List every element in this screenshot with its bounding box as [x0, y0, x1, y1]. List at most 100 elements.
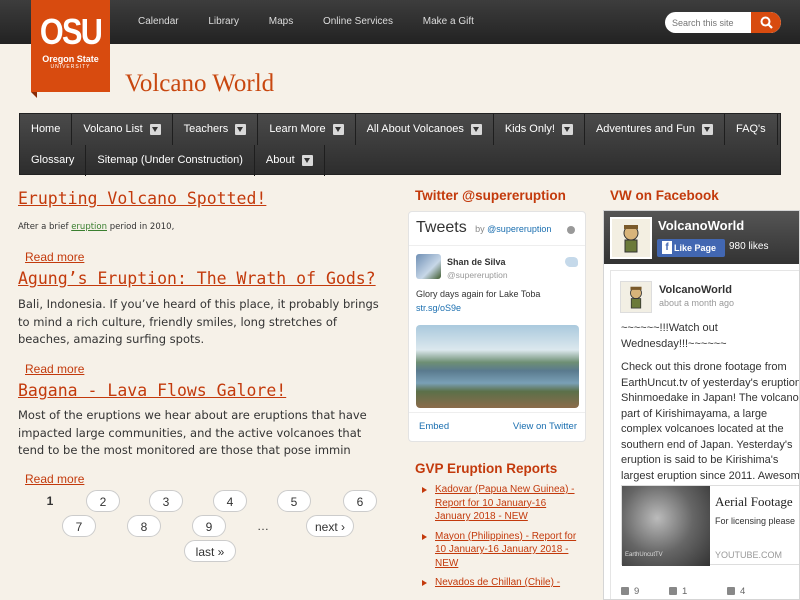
nav-item[interactable]: Volcano List	[72, 114, 173, 145]
page-name[interactable]: VolcanoWorld	[658, 218, 744, 233]
comments-action[interactable]: 1	[669, 586, 687, 597]
nav-item[interactable]: Kids Only!	[494, 114, 585, 145]
pager-page[interactable]: 4	[213, 490, 247, 512]
like-page-button[interactable]: Like Page	[657, 239, 725, 257]
search-input[interactable]	[665, 12, 751, 33]
gvp-report-link[interactable]: Kadovar (Papua New Guinea) - Report for …	[435, 484, 575, 522]
nav-item-label: Volcano List	[83, 123, 143, 135]
dropdown-arrow-icon[interactable]	[561, 124, 573, 135]
gvp-heading: GVP Eruption Reports	[415, 461, 558, 476]
nav-item-label: Glossary	[31, 154, 75, 166]
dropdown-arrow-icon[interactable]	[301, 155, 313, 166]
post-avatar[interactable]	[620, 281, 652, 313]
site-title[interactable]: Volcano World	[125, 70, 274, 98]
mascot-icon	[612, 219, 650, 257]
likes-action[interactable]: 9	[621, 586, 639, 597]
top-link-maps[interactable]: Maps	[269, 16, 293, 27]
pager-current: 1	[46, 494, 54, 508]
nav-item[interactable]: Sitemap (Under Construction)	[86, 145, 255, 176]
nav-item-label: About	[265, 154, 295, 166]
twitter-heading: Twitter @supereruption	[415, 188, 566, 203]
top-link-make-a-gift[interactable]: Make a Gift	[423, 16, 474, 27]
read-more-link[interactable]: Read more	[25, 250, 84, 264]
main-nav: Home Volcano List Teachers Learn More All Ab…	[19, 113, 781, 176]
pager-page[interactable]: 3	[149, 490, 183, 512]
shares-count: 4	[740, 586, 746, 597]
comment-icon	[669, 587, 677, 595]
nav-item[interactable]: Glossary	[20, 145, 87, 176]
card-url: YOUTUBE.COM	[715, 550, 783, 560]
video-thumbnail[interactable]: EarthUncutTV	[622, 486, 710, 566]
read-more-link[interactable]: Read more	[25, 362, 84, 376]
pager-page[interactable]: 9	[192, 515, 226, 537]
dropdown-arrow-icon[interactable]	[149, 124, 161, 135]
read-more-link[interactable]: Read more	[25, 472, 84, 486]
embed-link[interactable]: Embed	[419, 413, 449, 441]
nav-item[interactable]: FAQ's	[725, 114, 778, 145]
nav-row-1: Home Volcano List Teachers Learn More All Ab…	[20, 114, 778, 145]
top-link-online-services[interactable]: Online Services	[323, 16, 393, 27]
share-icon	[727, 587, 735, 595]
shares-action[interactable]: 4	[727, 586, 745, 597]
view-on-twitter-link[interactable]: View on Twitter	[513, 413, 577, 441]
twitter-by-label: by	[475, 224, 485, 234]
tweet-link[interactable]: str.sg/oS9e	[416, 303, 461, 313]
post: Bagana - Lava Flows Galore! Most of the …	[18, 378, 367, 486]
search-button[interactable]	[751, 12, 781, 33]
page-avatar[interactable]	[610, 217, 652, 259]
glossary-link[interactable]: eruption	[71, 222, 107, 232]
nav-item[interactable]: About	[255, 145, 325, 176]
top-links: Calendar Library Maps Online Services Ma…	[138, 16, 501, 27]
thumb-label: EarthUncutTV	[625, 552, 663, 558]
list-item: Nevados de Chillan (Chile) -	[422, 576, 584, 590]
post-title[interactable]: Bagana - Lava Flows Galore!	[18, 378, 286, 404]
info-icon[interactable]	[567, 226, 575, 234]
nav-item[interactable]: Adventures and Fun	[585, 114, 726, 145]
dropdown-arrow-icon[interactable]	[235, 124, 247, 135]
tweet-author[interactable]: Shan de Silva	[447, 257, 506, 267]
pager-ellipsis: …	[257, 519, 269, 533]
facebook-widget: VolcanoWorld Like Page 980 likes Volcano…	[603, 210, 800, 600]
nav-item[interactable]: Home	[20, 114, 73, 145]
mascot-icon	[630, 286, 642, 309]
tweet-photo[interactable]	[416, 325, 579, 408]
pager-last[interactable]: last »	[184, 540, 236, 562]
nav-item[interactable]: Teachers	[173, 114, 259, 145]
gvp-report-link[interactable]: Nevados de Chillan (Chile) -	[435, 577, 560, 588]
nav-item[interactable]: Learn More	[258, 114, 356, 145]
dropdown-arrow-icon[interactable]	[470, 124, 482, 135]
tweet-avatar[interactable]	[416, 254, 441, 279]
nav-item[interactable]: All About Volcanoes	[356, 114, 494, 145]
twitter-handle-link[interactable]: @supereruption	[487, 224, 551, 234]
facebook-cover: VolcanoWorld Like Page 980 likes	[604, 211, 799, 264]
twitter-widget: Tweets by @supereruption Shan de Silva @…	[408, 211, 586, 442]
post-excerpt: After a brief eruption period in 2010,	[18, 220, 174, 234]
excerpt-text: After a brief	[18, 222, 72, 232]
dropdown-arrow-icon[interactable]	[332, 124, 344, 135]
gvp-report-link[interactable]: Mayon (Philippines) - Report for 10 Janu…	[435, 531, 576, 569]
nav-item-label: Sitemap (Under Construction)	[97, 154, 243, 166]
link-card[interactable]: EarthUncutTV Aerial Footage For licensin…	[621, 485, 799, 566]
tweet-handle[interactable]: @supereruption	[447, 270, 508, 280]
pager-page[interactable]: 5	[277, 490, 311, 512]
pager-page[interactable]: 8	[127, 515, 161, 537]
pager-page[interactable]: 7	[62, 515, 96, 537]
post-time[interactable]: about a month ago	[659, 298, 734, 308]
top-link-calendar[interactable]: Calendar	[138, 16, 179, 27]
search-icon	[760, 16, 773, 29]
pager-next[interactable]: next ›	[306, 515, 354, 537]
top-link-library[interactable]: Library	[208, 16, 239, 27]
osu-logo[interactable]: OSU Oregon State UNIVERSITY	[31, 0, 110, 98]
post-message: ~~~~~~!!!Watch out Wednesday!!!~~~~~~ Ch…	[621, 321, 799, 492]
tweet-text: Glory days again for Lake Toba	[416, 289, 541, 299]
post-title[interactable]: Erupting Volcano Spotted!	[18, 186, 266, 212]
nav-item-label: Adventures and Fun	[595, 123, 696, 135]
pager-page[interactable]: 6	[343, 490, 377, 512]
post-title[interactable]: Agung’s Eruption: The Wrath of Gods?	[18, 266, 376, 292]
twitter-by: by @supereruption	[475, 224, 551, 234]
list-item: Kadovar (Papua New Guinea) - Report for …	[422, 483, 584, 524]
post-author[interactable]: VolcanoWorld	[659, 284, 732, 296]
pager-page[interactable]: 2	[86, 490, 120, 512]
nav-item-label: Teachers	[183, 123, 229, 135]
dropdown-arrow-icon[interactable]	[702, 124, 714, 135]
